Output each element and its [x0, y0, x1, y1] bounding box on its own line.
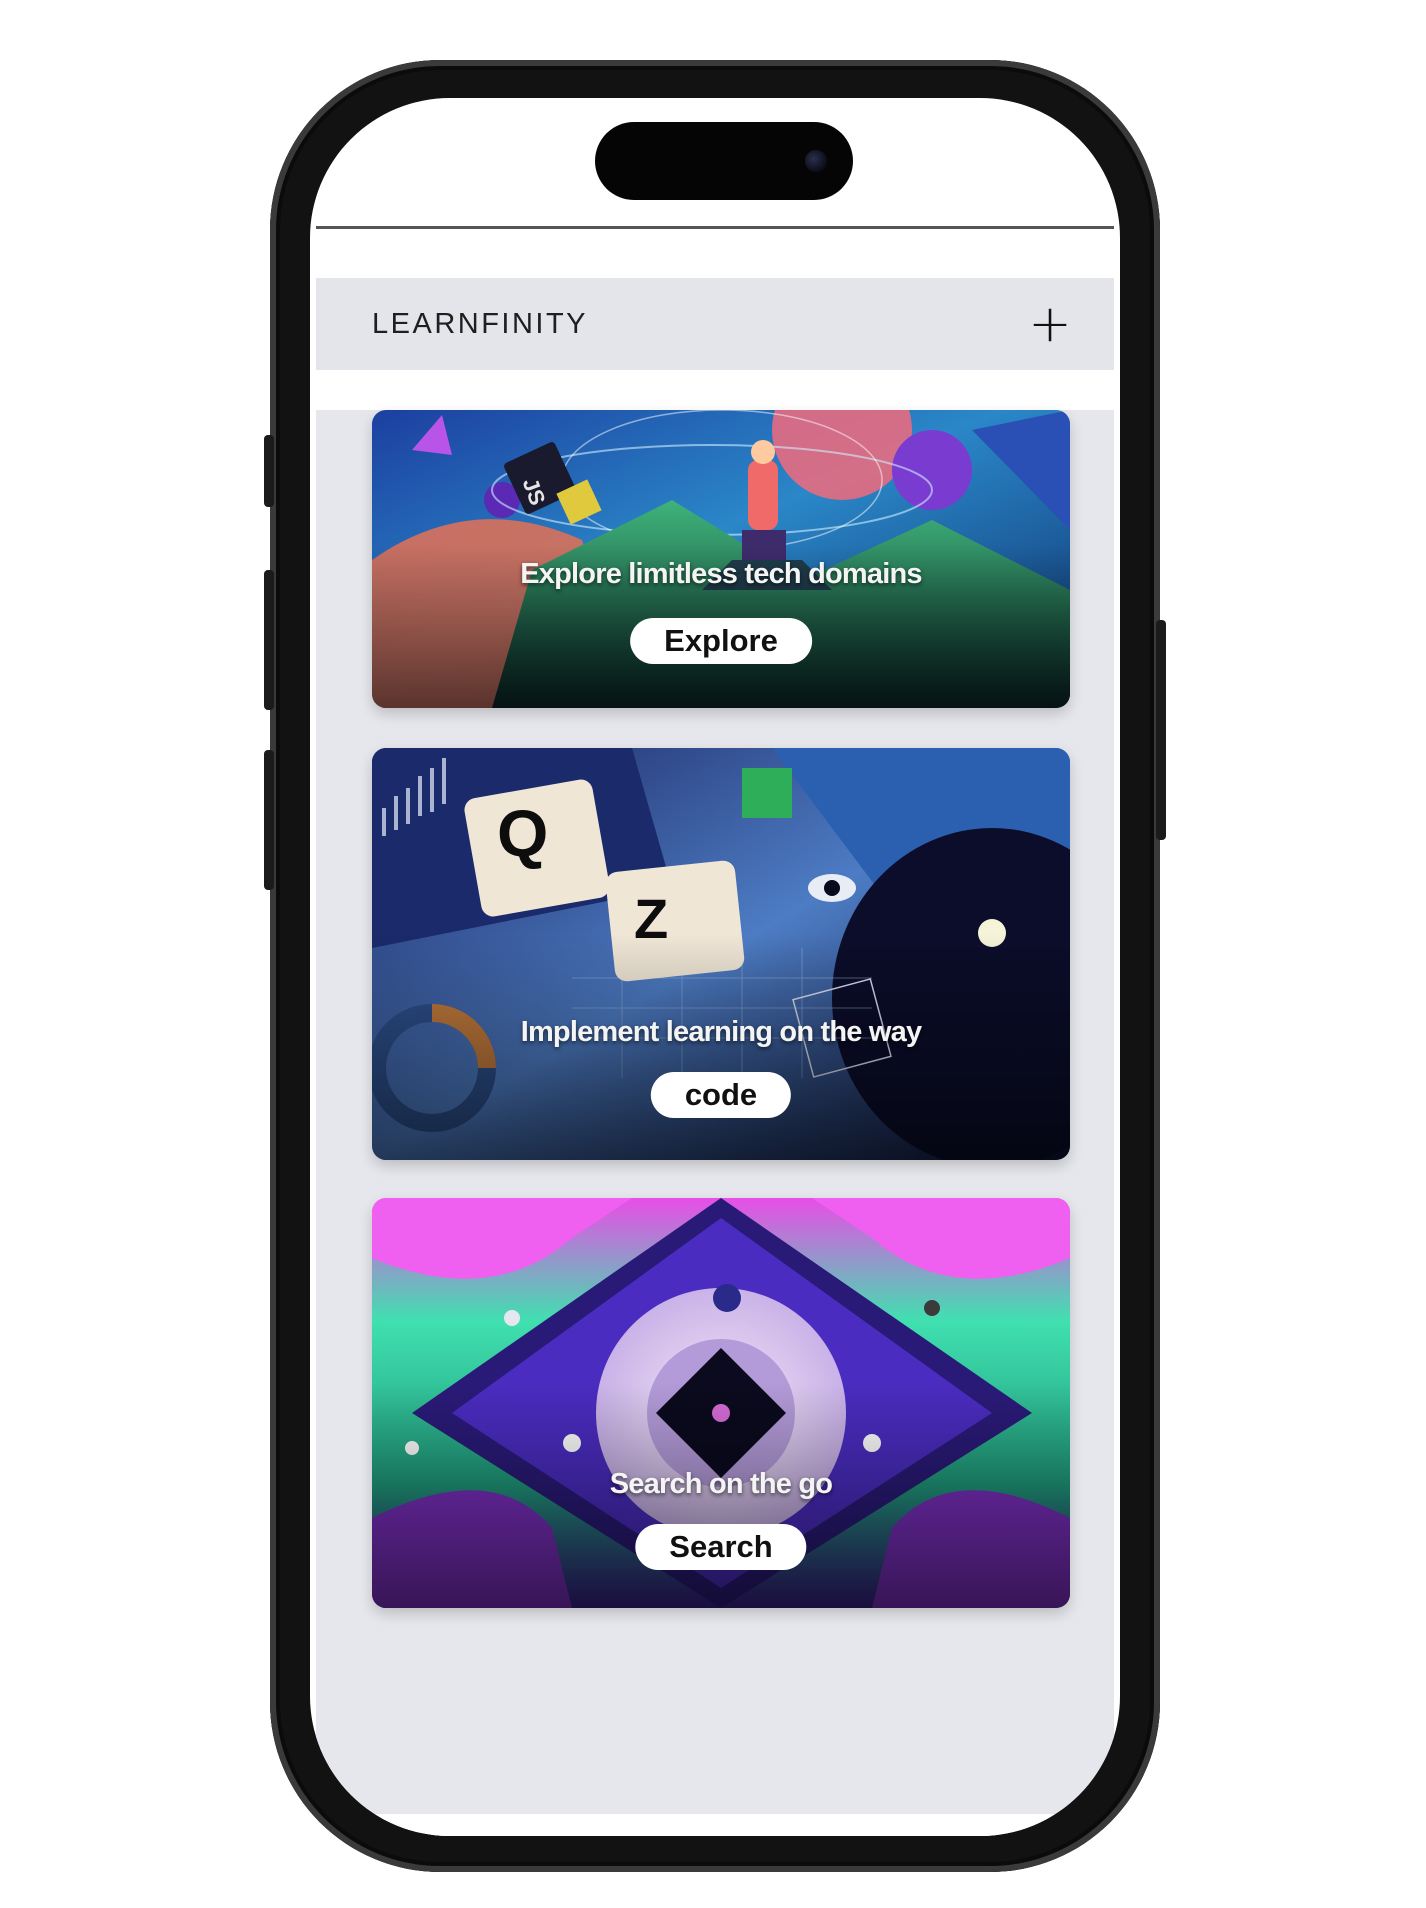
phone-screen: LEARNFINITY + Explore limitless tech dom…: [310, 98, 1120, 1836]
card-explore[interactable]: JS Explore limitless tech domains Explor…: [372, 410, 1070, 708]
card-search[interactable]: Search on the go Search: [372, 1198, 1070, 1608]
brand-title: LEARNFINITY: [372, 307, 589, 340]
code-button[interactable]: code: [650, 1072, 792, 1118]
app-header: LEARNFINITY +: [316, 278, 1114, 370]
camera-icon: [805, 150, 827, 172]
bottom-bar: [310, 1814, 1120, 1836]
card-search-caption: Search on the go: [609, 1468, 833, 1500]
dynamic-island: [595, 122, 853, 200]
phone-side-button: [264, 435, 274, 507]
explore-button[interactable]: Explore: [630, 618, 812, 664]
add-icon[interactable]: +: [1024, 298, 1076, 350]
phone-side-button: [264, 570, 274, 710]
card-explore-caption: Explore limitless tech domains: [520, 558, 922, 590]
phone-side-button: [264, 750, 274, 890]
top-divider: [316, 226, 1114, 229]
card-code-caption: Implement learning on the way: [520, 1016, 922, 1048]
card-code[interactable]: Q Z Implement learning on the way code: [372, 748, 1070, 1160]
phone-side-button: [1156, 620, 1166, 840]
search-button[interactable]: Search: [635, 1524, 807, 1570]
card-list[interactable]: JS Explore limitless tech domains Explor…: [316, 410, 1114, 1836]
